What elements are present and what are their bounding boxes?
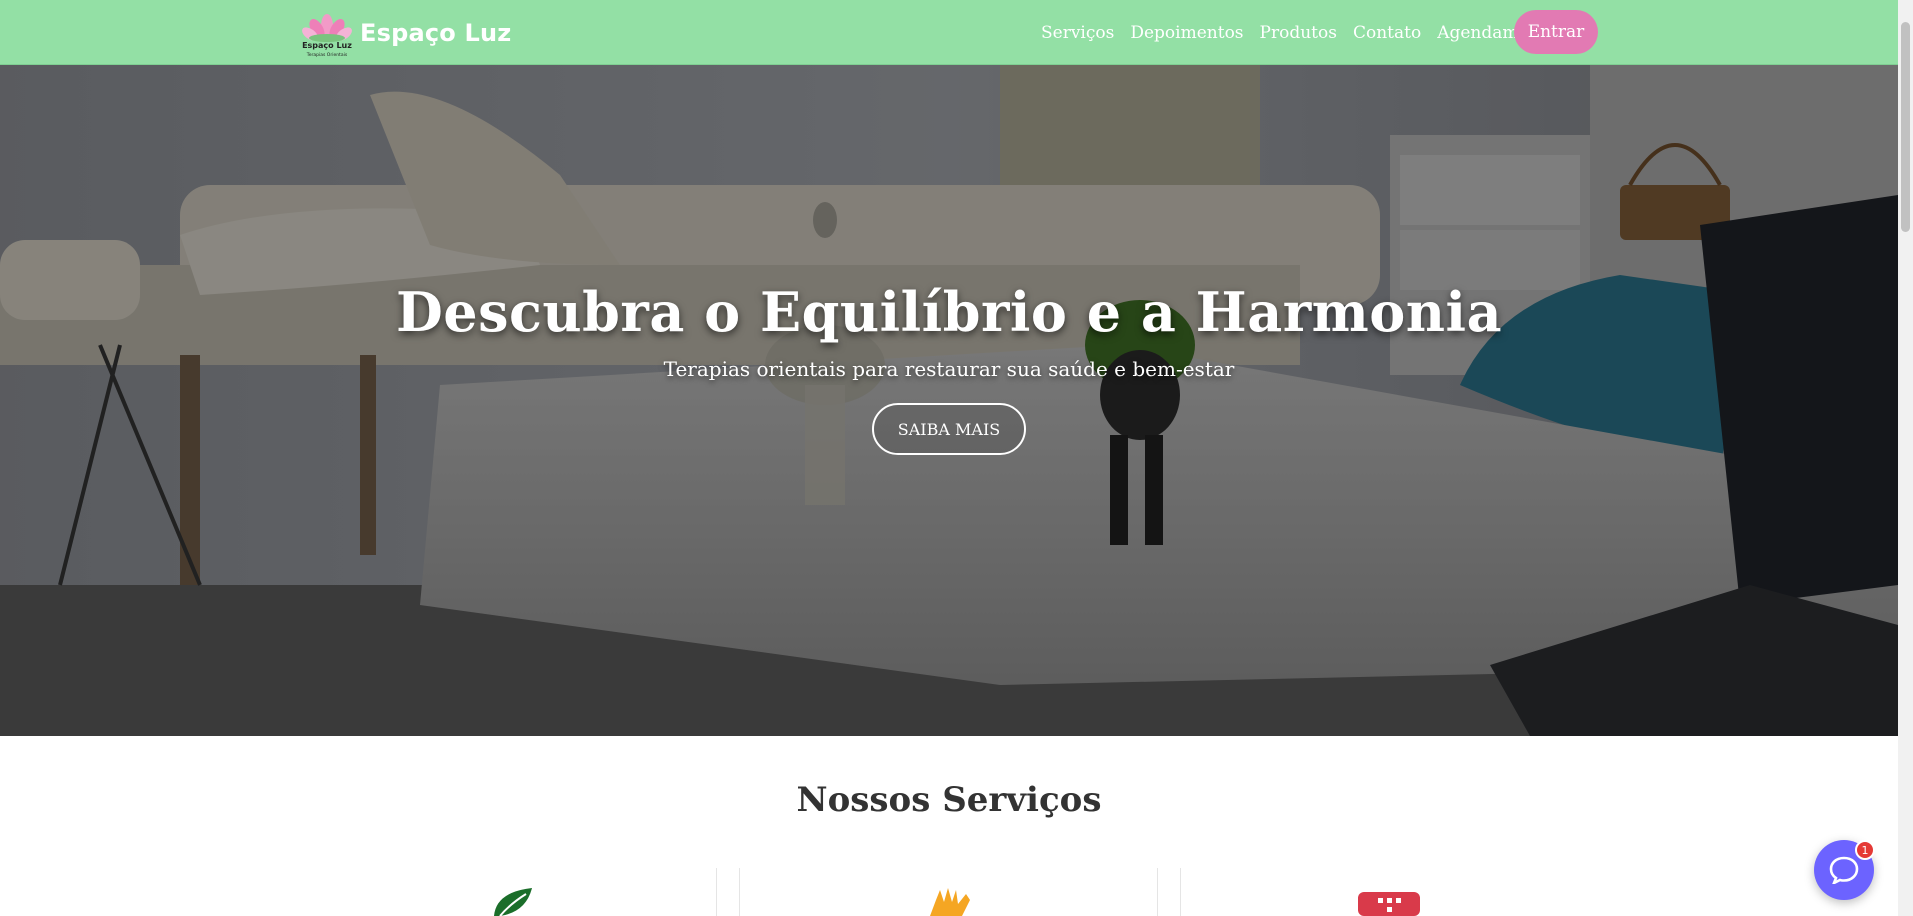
saiba-mais-button[interactable]: SAIBA MAIS bbox=[872, 403, 1026, 455]
hero-section: Descubra o Equilíbrio e a Harmonia Terap… bbox=[0, 65, 1898, 736]
hero-background-image bbox=[0, 65, 1898, 736]
scrollbar-thumb[interactable] bbox=[1901, 22, 1910, 232]
card-divider bbox=[1157, 868, 1158, 916]
brand-name: Espaço Luz bbox=[360, 19, 512, 47]
scrollbar[interactable] bbox=[1898, 0, 1913, 916]
leaf-icon bbox=[490, 886, 536, 916]
nav-link-servicos[interactable]: Serviços bbox=[1041, 23, 1114, 43]
services-title: Nossos Serviços bbox=[796, 780, 1102, 820]
logo-text-bottom: Terapias Orientais bbox=[306, 52, 348, 58]
calendar-icon bbox=[1358, 892, 1420, 916]
card-divider bbox=[739, 868, 740, 916]
nav-link-depoimentos[interactable]: Depoimentos bbox=[1130, 23, 1243, 43]
hero-title: Descubra o Equilíbrio e a Harmonia bbox=[395, 280, 1503, 344]
logo-text-top: Espaço Luz bbox=[302, 41, 352, 50]
chat-bubble-icon bbox=[1829, 856, 1859, 884]
nav-link-produtos[interactable]: Produtos bbox=[1260, 23, 1337, 43]
card-divider bbox=[716, 868, 717, 916]
page: Espaço Luz Terapias Orientais Espaço Luz… bbox=[0, 0, 1913, 916]
hero-subtitle: Terapias orientais para restaurar sua sa… bbox=[663, 357, 1235, 381]
login-button[interactable]: Entrar bbox=[1514, 10, 1598, 54]
nav-menu: Serviços Depoimentos Produtos Contato Ag… bbox=[1041, 0, 1581, 65]
brand-logo: Espaço Luz Terapias Orientais bbox=[300, 8, 354, 58]
nav-link-contato[interactable]: Contato bbox=[1353, 23, 1421, 43]
chat-notification-badge: 1 bbox=[1855, 840, 1875, 860]
hands-icon bbox=[926, 886, 976, 916]
brand[interactable]: Espaço Luz Terapias Orientais Espaço Luz bbox=[300, 8, 511, 58]
card-divider bbox=[1180, 868, 1181, 916]
navbar: Espaço Luz Terapias Orientais Espaço Luz… bbox=[0, 0, 1898, 65]
